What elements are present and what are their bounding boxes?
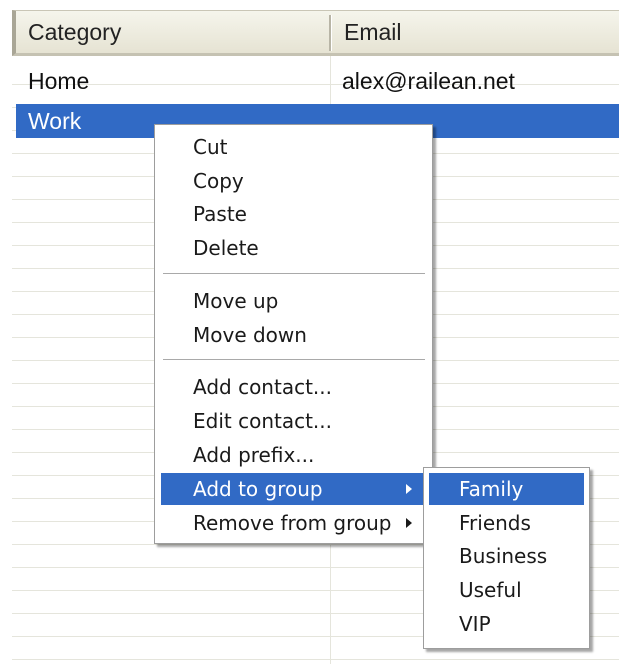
menu-item-label: Edit contact...: [193, 409, 333, 433]
submenu-item-label: Friends: [459, 511, 531, 535]
submenu-item-friends[interactable]: Friends: [429, 507, 584, 539]
menu-item-add-contact[interactable]: Add contact...: [161, 371, 426, 403]
group-submenu: Family Friends Business Useful VIP: [423, 467, 590, 649]
submenu-item-label: Business: [459, 544, 548, 568]
submenu-arrow-icon: [406, 518, 412, 528]
menu-item-paste[interactable]: Paste: [161, 198, 426, 230]
menu-item-label: Move down: [193, 323, 307, 347]
table-row[interactable]: Home alex@railean.net: [16, 64, 619, 98]
menu-item-label: Add contact...: [193, 375, 332, 399]
grid-header: Category Email: [12, 10, 619, 56]
submenu-arrow-icon: [406, 484, 412, 494]
category-cell: Home: [28, 68, 90, 94]
menu-item-move-up[interactable]: Move up: [161, 285, 426, 317]
submenu-item-family[interactable]: Family: [429, 473, 584, 505]
submenu-item-label: Family: [459, 477, 524, 501]
menu-separator: [163, 359, 425, 363]
menu-item-add-prefix[interactable]: Add prefix...: [161, 439, 426, 471]
email-cell: alex@railean.net: [342, 68, 515, 94]
column-header-email[interactable]: Email: [344, 11, 614, 53]
submenu-item-useful[interactable]: Useful: [429, 574, 584, 606]
menu-item-edit-contact[interactable]: Edit contact...: [161, 405, 426, 437]
menu-item-label: Cut: [193, 135, 228, 159]
menu-separator: [163, 273, 425, 277]
menu-item-add-to-group[interactable]: Add to group: [161, 473, 426, 505]
menu-item-label: Remove from group: [193, 511, 392, 535]
menu-item-label: Paste: [193, 202, 247, 226]
menu-item-label: Delete: [193, 236, 259, 260]
submenu-item-label: Useful: [459, 578, 522, 602]
context-menu: Cut Copy Paste Delete Move up Move down …: [154, 124, 433, 544]
submenu-item-label: VIP: [459, 612, 491, 636]
column-header-category[interactable]: Category: [28, 11, 328, 53]
submenu-item-vip[interactable]: VIP: [429, 608, 584, 640]
menu-item-copy[interactable]: Copy: [161, 165, 426, 197]
menu-item-remove-from-group[interactable]: Remove from group: [161, 507, 426, 539]
menu-item-label: Copy: [193, 169, 244, 193]
menu-item-label: Move up: [193, 289, 279, 313]
category-cell: Work: [28, 108, 82, 134]
menu-item-cut[interactable]: Cut: [161, 131, 426, 163]
menu-item-delete[interactable]: Delete: [161, 232, 426, 264]
menu-item-label: Add prefix...: [193, 443, 315, 467]
menu-item-label: Add to group: [193, 477, 323, 501]
menu-item-move-down[interactable]: Move down: [161, 319, 426, 351]
column-resize-handle[interactable]: [329, 15, 331, 51]
submenu-item-business[interactable]: Business: [429, 540, 584, 572]
